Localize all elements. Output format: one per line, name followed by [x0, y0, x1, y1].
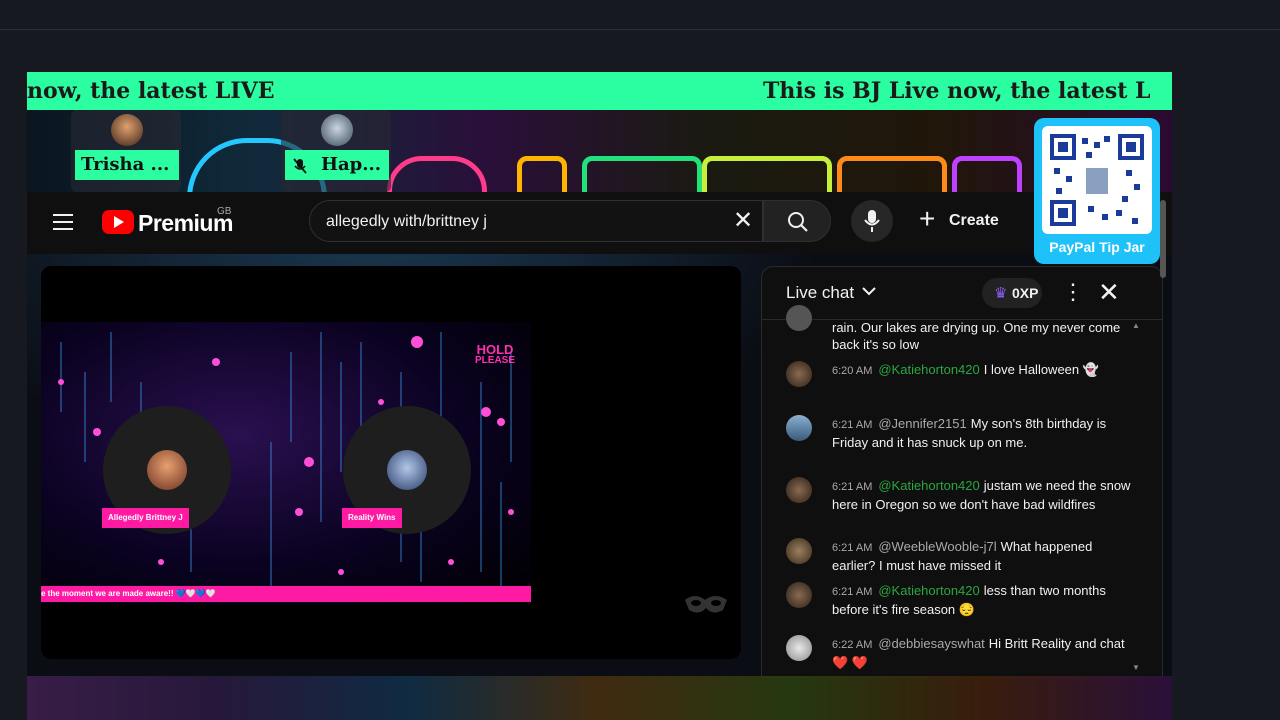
microphone-icon	[864, 210, 880, 232]
video-player[interactable]: Allegedly Brittney J Reality Wins HOLD P…	[41, 266, 741, 659]
voice-search-button[interactable]	[851, 200, 893, 242]
message-time: 6:21 AM	[832, 586, 873, 598]
hold-please-sign: HOLD PLEASE	[475, 342, 516, 366]
menu-icon[interactable]	[53, 214, 73, 230]
stream-scene: Allegedly Brittney J Reality Wins HOLD P…	[41, 322, 531, 604]
news-ticker: now, the latest LIVE This is BJ Live now…	[27, 72, 1172, 110]
message-author[interactable]: @debbiesayswhat	[878, 636, 984, 651]
avatar	[786, 538, 812, 564]
region-code: GB	[217, 206, 232, 217]
ticker-text-right: This is BJ Live now, the latest L	[763, 78, 1151, 104]
xp-value: 0XP	[1012, 285, 1039, 301]
search-button[interactable]	[763, 200, 831, 242]
youtube-play-icon	[102, 210, 134, 234]
clear-search-icon[interactable]: ✕	[733, 208, 753, 234]
guest-name-tag: Reality Wins	[342, 508, 402, 528]
search-icon	[788, 212, 808, 232]
more-vert-icon[interactable]: ⋮	[1062, 277, 1084, 307]
message-time: 6:22 AM	[832, 639, 873, 651]
xp-badge[interactable]: ♛ 0XP	[982, 278, 1042, 308]
message-time: 6:21 AM	[832, 419, 873, 431]
message-text: My son's 8th birthday is Friday and it h…	[832, 416, 1107, 450]
close-chat-icon[interactable]: ✕	[1098, 277, 1120, 307]
guest-avatar	[111, 114, 143, 146]
avatar	[786, 635, 812, 661]
avatar	[786, 477, 812, 503]
message-time: 6:21 AM	[832, 542, 873, 554]
message-text: rain. Our lakes are drying up. One my ne…	[832, 320, 1121, 352]
avatar	[786, 582, 812, 608]
crown-icon: ♛	[994, 285, 1008, 302]
window-top-divider	[0, 29, 1280, 30]
tip-jar-label: PayPal Tip Jar	[1049, 239, 1145, 255]
plus-icon: +	[919, 203, 936, 234]
neon-background-strip	[27, 110, 1172, 226]
chat-header: Live chat ♛ 0XP ⋮ ✕	[762, 267, 1162, 320]
avatar	[786, 361, 812, 387]
scrollbar[interactable]	[1160, 200, 1166, 278]
muted-mic-icon	[293, 158, 307, 174]
scroll-down-arrow[interactable]: ▼	[1132, 663, 1140, 672]
message-time: 6:20 AM	[832, 365, 873, 377]
guest-tile[interactable]: Trisha ...	[71, 110, 181, 192]
chat-title[interactable]: Live chat	[786, 283, 854, 303]
message-text: justam we need the snow here in Oregon s…	[832, 478, 1131, 512]
guest-avatar	[387, 450, 427, 490]
paypal-tip-jar[interactable]: PayPal Tip Jar	[1034, 118, 1160, 264]
search-box: ✕	[309, 200, 763, 242]
message-text: I love Halloween 👻	[983, 362, 1099, 377]
search-input[interactable]	[324, 209, 708, 235]
neon-reflection	[27, 676, 1172, 720]
message-author[interactable]: @WeebleWooble-j7l	[878, 539, 996, 554]
qr-code-icon	[1042, 126, 1152, 234]
scroll-up-arrow[interactable]: ▲	[1132, 321, 1140, 330]
hold-line: HOLD	[476, 342, 514, 357]
avatar	[786, 305, 812, 331]
guest-avatar	[321, 114, 353, 146]
avatar	[786, 415, 812, 441]
message-author[interactable]: @Jennifer2151	[878, 416, 966, 431]
youtube-top-bar: Premium GB ✕ + Create	[27, 192, 1172, 254]
create-button[interactable]: + Create	[913, 200, 1013, 242]
stream-marquee: e the moment we are made aware!! 💙🤍💙🤍	[41, 586, 531, 602]
chat-messages: rain. Our lakes are drying up. One my ne…	[762, 305, 1142, 677]
message-author[interactable]: @Katiehorton420	[878, 583, 979, 598]
chevron-down-icon[interactable]	[862, 286, 876, 296]
create-label: Create	[949, 212, 999, 229]
ticker-text-left: now, the latest LIVE	[27, 78, 275, 104]
host-avatar	[147, 450, 187, 490]
guest-name-label: Trisha ...	[75, 150, 179, 180]
message-author[interactable]: @Katiehorton420	[878, 362, 979, 377]
message-author[interactable]: @Katiehorton420	[878, 478, 979, 493]
message-time: 6:21 AM	[832, 481, 873, 493]
stream-overlay-stage: now, the latest LIVE This is BJ Live now…	[27, 72, 1172, 720]
please-line: PLEASE	[475, 355, 516, 366]
live-chat-panel: Live chat ♛ 0XP ⋮ ✕ rain. Our lakes are …	[761, 266, 1163, 678]
host-name-tag: Allegedly Brittney J	[102, 508, 189, 528]
guest-tile[interactable]: Hap...	[281, 110, 391, 192]
channel-watermark	[685, 596, 727, 613]
